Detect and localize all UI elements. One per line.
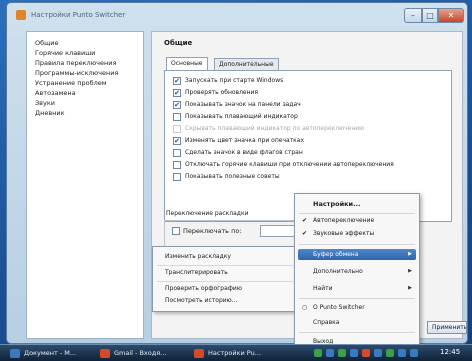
minimize-icon: – <box>411 11 415 20</box>
submenu-arrow-icon: ▶ <box>408 268 412 274</box>
checkbox[interactable] <box>172 227 180 235</box>
clock[interactable]: 12:45 <box>440 348 460 356</box>
menu-item-history[interactable]: Посмотреть историю... <box>165 297 237 304</box>
menu-separator <box>299 298 415 299</box>
clipboard-submenu: Изменить раскладку Транслитерировать Про… <box>152 246 300 312</box>
check-icon: ✔ <box>302 217 308 224</box>
tab-main[interactable]: Основные <box>166 57 208 71</box>
menu-item-help[interactable]: Справка <box>313 319 339 326</box>
tray-icon[interactable] <box>326 349 334 357</box>
minimize-button[interactable]: – <box>404 8 422 23</box>
apply-button[interactable]: Применить <box>427 321 467 334</box>
tray-icon[interactable] <box>338 349 346 357</box>
checkbox <box>173 125 181 133</box>
menu-separator <box>299 213 415 214</box>
title-bar[interactable]: Настройки Punto Switcher – □ ✕ <box>7 3 467 27</box>
taskbar-item-gmail[interactable]: Gmail - Входя... <box>96 347 186 360</box>
menu-separator <box>299 244 415 245</box>
tray-icon[interactable] <box>362 349 370 357</box>
taskbar-item-document[interactable]: Документ - М... <box>6 347 92 360</box>
menu-separator <box>299 332 415 333</box>
checkbox[interactable]: ✔ <box>173 137 181 145</box>
switch-by-row[interactable]: Переключать по: <box>172 227 242 235</box>
tray-icon[interactable] <box>350 349 358 357</box>
tab-additional[interactable]: Дополнительные <box>214 58 279 70</box>
radio-icon: ○ <box>302 304 308 311</box>
menu-item-transliterate[interactable]: Транслитерировать <box>165 269 228 276</box>
maximize-icon: □ <box>426 11 434 20</box>
checkbox[interactable]: ✔ <box>173 89 181 97</box>
tray-icon[interactable] <box>374 349 382 357</box>
checkbox[interactable] <box>173 113 181 121</box>
close-icon: ✕ <box>447 11 455 20</box>
checkbox[interactable]: ✔ <box>173 101 181 109</box>
maximize-button[interactable]: □ <box>422 8 438 23</box>
tray-icon[interactable] <box>410 349 418 357</box>
menu-item-extra[interactable]: Дополнительно <box>313 268 363 275</box>
window-icon <box>10 349 20 358</box>
menu-item-auto-switch[interactable]: Автопереключение <box>313 217 374 224</box>
submenu-arrow-icon: ▶ <box>408 251 412 257</box>
switch-section-label: Переключение раскладки <box>166 210 249 217</box>
menu-separator <box>157 265 297 266</box>
tray-icon[interactable] <box>398 349 406 357</box>
check-icon: ✔ <box>302 230 308 237</box>
taskbar: Документ - М... Gmail - Входя... Настрой… <box>0 344 472 361</box>
menu-item-spellcheck[interactable]: Проверить орфографию <box>165 285 242 292</box>
tray-icon[interactable] <box>314 349 322 357</box>
sidebar-item-exclusions[interactable]: Программы-исключения <box>35 69 118 77</box>
checkbox[interactable] <box>173 161 181 169</box>
sidebar-item-switch-rules[interactable]: Правила переключения <box>35 59 116 67</box>
checkbox[interactable]: ✔ <box>173 77 181 85</box>
settings-sidebar: Общие Горячие клавиши Правила переключен… <box>26 31 144 339</box>
settings-icon <box>194 349 204 358</box>
menu-item-sound-effects[interactable]: Звуковые эффекты <box>313 230 374 237</box>
window-title: Настройки Punto Switcher <box>31 11 126 19</box>
sidebar-item-autoreplace[interactable]: Автозамена <box>35 89 76 97</box>
tray-context-menu: Настройки... ✔ Автопереключение ✔ Звуков… <box>294 193 420 353</box>
menu-separator <box>157 281 297 282</box>
menu-item-about[interactable]: О Punto Switcher <box>313 304 365 311</box>
sidebar-item-general[interactable]: Общие <box>35 39 58 47</box>
menu-item-clipboard[interactable]: Буфер обмена <box>313 251 358 258</box>
checkbox[interactable] <box>173 149 181 157</box>
sidebar-item-hotkeys[interactable]: Горячие клавиши <box>35 49 95 57</box>
system-tray <box>312 348 428 359</box>
submenu-arrow-icon: ▶ <box>408 285 412 291</box>
menu-item-change-layout[interactable]: Изменить раскладку <box>165 253 231 260</box>
taskbar-item-settings[interactable]: Настройки Pu... <box>190 347 290 360</box>
menu-item-settings[interactable]: Настройки... <box>313 200 361 208</box>
browser-icon <box>100 349 110 358</box>
checkbox[interactable] <box>173 173 181 181</box>
punto-switcher-icon <box>16 10 26 20</box>
tray-icon[interactable] <box>386 349 394 357</box>
close-button[interactable]: ✕ <box>438 8 464 23</box>
menu-item-find[interactable]: Найти <box>313 285 332 292</box>
page-title: Общие <box>164 39 193 47</box>
sidebar-item-diary[interactable]: Дневник <box>35 109 65 117</box>
sidebar-item-sounds[interactable]: Звуки <box>35 99 55 107</box>
sidebar-item-troubleshooting[interactable]: Устранение проблем <box>35 79 107 87</box>
